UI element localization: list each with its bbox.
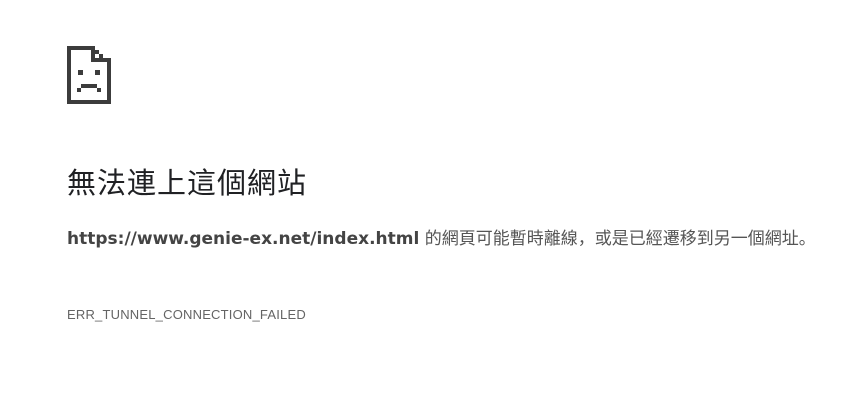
sad-page-icon [67, 46, 111, 104]
error-message: https://www.genie-ex.net/index.html 的網頁可… [67, 224, 842, 254]
error-description: 的網頁可能暫時離線，或是已經遷移到另一個網址。 [419, 229, 816, 249]
error-code: ERR_TUNNEL_CONNECTION_FAILED [67, 307, 306, 322]
error-url: https://www.genie-ex.net/index.html [67, 229, 420, 249]
error-title: 無法連上這個網站 [67, 166, 308, 200]
